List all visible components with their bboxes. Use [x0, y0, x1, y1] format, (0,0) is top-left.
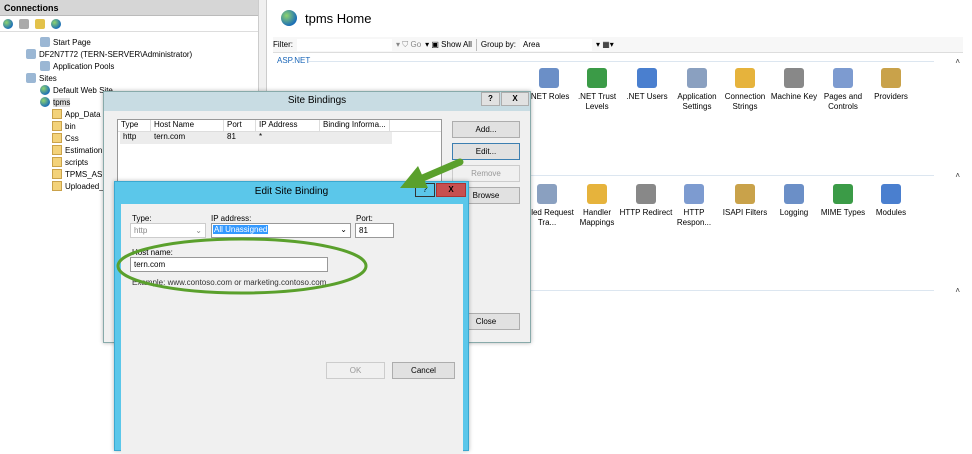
annotation-overlay [116, 158, 464, 295]
highlight-ellipse [116, 237, 368, 295]
arrow-shaft [414, 158, 464, 184]
